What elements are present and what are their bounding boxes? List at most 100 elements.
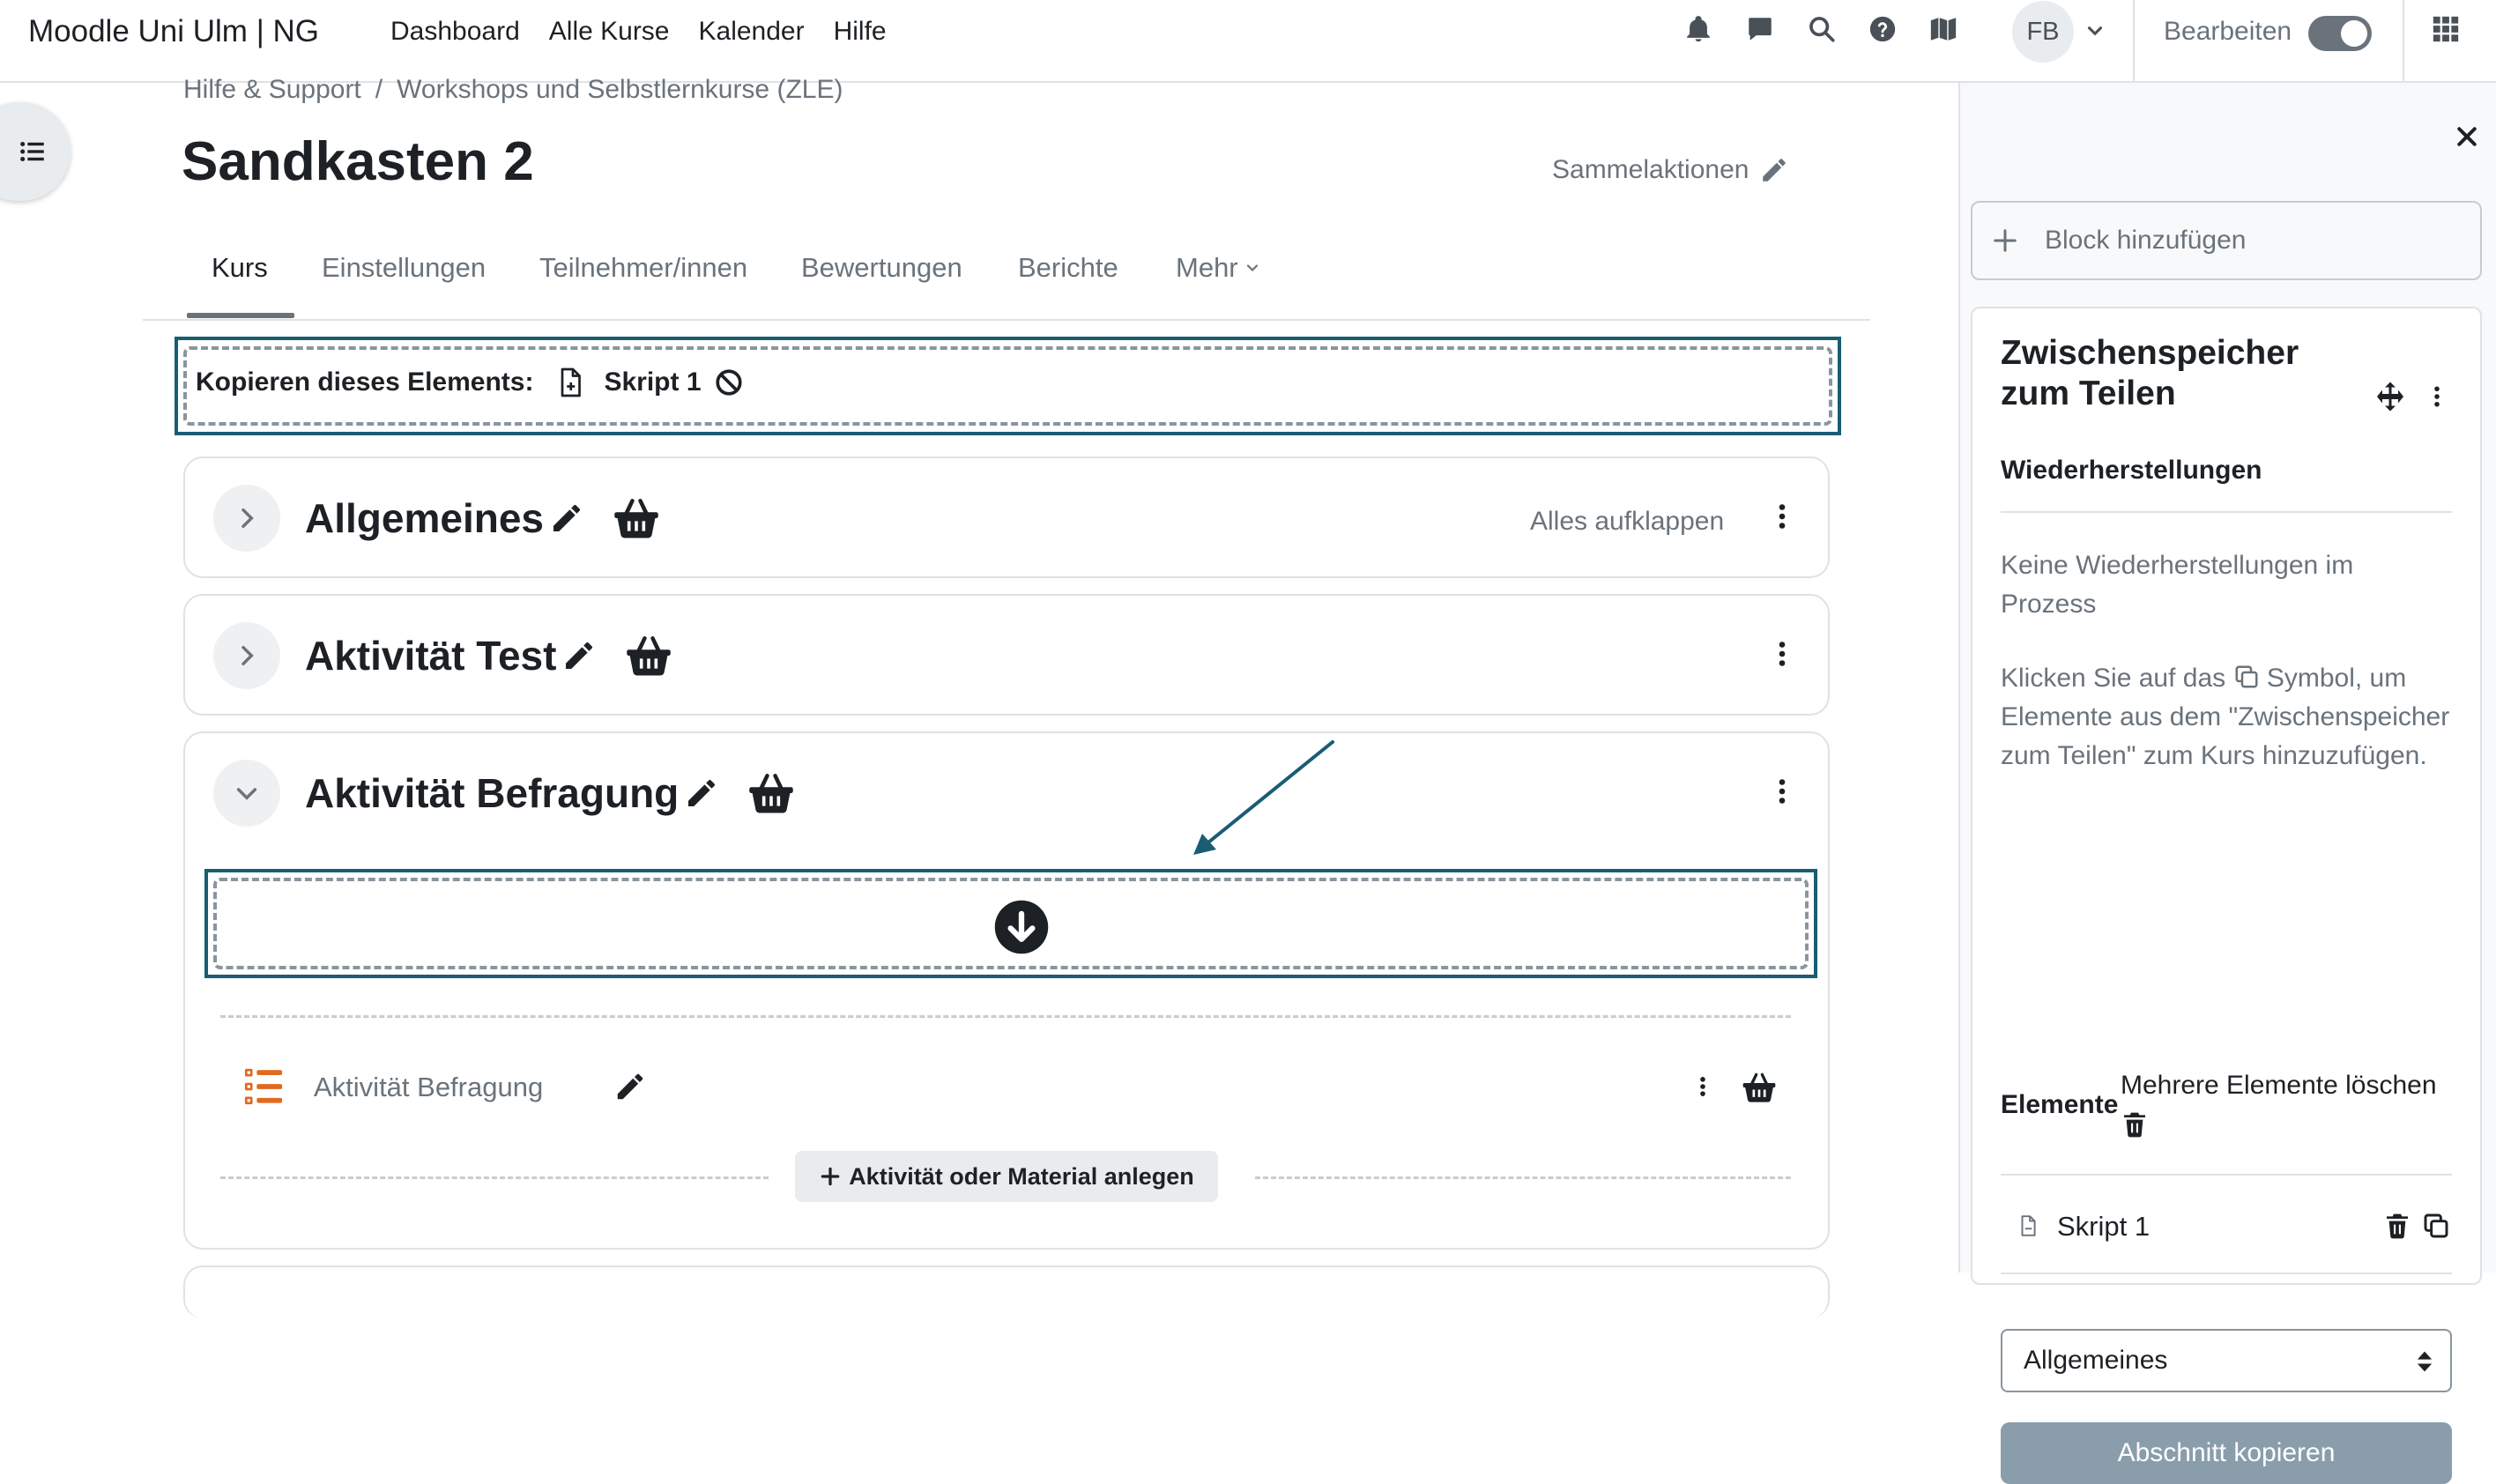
no-restores-text: Keine Wiederherstellungen im Prozess: [2001, 551, 2354, 619]
section-title-text[interactable]: Aktivität Befragung: [305, 768, 679, 818]
drop-divider: [220, 1015, 1791, 1018]
copy-element-bar: Kopieren dieses Elements: Skript 1: [175, 337, 1841, 435]
tab-berichte[interactable]: Berichte: [1018, 250, 1118, 286]
trash-icon[interactable]: [2383, 1211, 2411, 1241]
block-drawer: Block hinzufügen Zwischenspeicher zum Te…: [1958, 83, 2496, 1484]
select-arrows-icon: [2417, 1351, 2433, 1372]
top-navbar: Moodle Uni Ulm | NG Dashboard Alle Kurse…: [0, 0, 2496, 83]
file-icon: [561, 367, 582, 397]
breadcrumb: Hilfe & Support / Workshops und Selbstle…: [183, 73, 843, 107]
divider: [2001, 1273, 2452, 1274]
add-activity-divider: [220, 1176, 769, 1179]
basket-icon[interactable]: [625, 632, 672, 679]
divider: [2001, 511, 2452, 513]
tab-mehr-label: Mehr: [1176, 252, 1238, 283]
paste-drop-zone[interactable]: [204, 869, 1817, 978]
instructions-text-start: Klicken Sie auf das: [2001, 664, 2226, 693]
course-section: [183, 1265, 1830, 1318]
site-brand[interactable]: Moodle Uni Ulm | NG: [28, 12, 319, 51]
copy-icon[interactable]: [2422, 1211, 2450, 1241]
basket-icon[interactable]: [747, 769, 795, 817]
copy-icon: [2235, 665, 2257, 688]
section-title-text[interactable]: Allgemeines: [305, 493, 544, 543]
more-menu-icon[interactable]: [1766, 774, 1798, 809]
navbar-divider: [2403, 0, 2404, 81]
nav-all-courses[interactable]: Alle Kurse: [549, 14, 670, 49]
section-expand-toggle[interactable]: [213, 622, 280, 689]
primary-navigation: Dashboard Alle Kurse Kalender Hilfe: [390, 14, 916, 49]
pencil-icon[interactable]: [613, 1070, 647, 1103]
trash-icon[interactable]: [2121, 1110, 2149, 1139]
search-icon[interactable]: [1807, 14, 1837, 44]
course-section: Aktivität Test: [183, 594, 1830, 716]
annotation-arrow: [1193, 740, 1334, 855]
copy-element-label: Kopieren dieses Elements:: [196, 367, 534, 397]
add-activity-divider: [1255, 1176, 1791, 1179]
copy-section-button[interactable]: Abschnitt kopieren: [2001, 1422, 2452, 1484]
toggle-knob: [2341, 20, 2367, 47]
breadcrumb-item[interactable]: Hilfe & Support: [183, 73, 361, 107]
course-index-toggle[interactable]: [0, 102, 71, 201]
bell-icon[interactable]: [1683, 14, 1713, 44]
section-title-text[interactable]: Aktivität Test: [305, 631, 556, 680]
edit-mode-toggle[interactable]: [2308, 16, 2372, 51]
section-select[interactable]: Allgemeines: [2001, 1329, 2452, 1392]
help-icon[interactable]: [1868, 14, 1898, 44]
add-block-label: Block hinzufügen: [2045, 226, 2247, 255]
sharing-cart-block: Zwischenspeicher zum Teilen Wiederherste…: [1971, 307, 2482, 1484]
section-expand-toggle[interactable]: [213, 485, 280, 552]
tab-kurs[interactable]: Kurs: [212, 250, 268, 286]
map-icon[interactable]: [1928, 14, 1958, 44]
close-icon[interactable]: [2454, 123, 2480, 150]
pencil-icon[interactable]: [561, 638, 597, 673]
expand-all-link[interactable]: Alles aufklappen: [1530, 504, 1724, 539]
tab-mehr[interactable]: Mehr: [1176, 250, 1261, 286]
restores-heading: Wiederherstellungen: [2001, 456, 2262, 485]
tab-einstellungen[interactable]: Einstellungen: [322, 250, 486, 286]
tab-teilnehmer[interactable]: Teilnehmer/innen: [539, 250, 747, 286]
chevron-down-icon[interactable]: [2084, 19, 2106, 42]
basket-icon[interactable]: [613, 494, 660, 542]
section-title: Aktivität Test: [305, 631, 672, 680]
active-tab-indicator: [187, 313, 294, 318]
nav-calendar[interactable]: Kalender: [699, 14, 805, 49]
breadcrumb-item[interactable]: Workshops und Selbstlernkurse (ZLE): [397, 73, 843, 107]
delete-multiple-link[interactable]: Mehrere Elemente löschen: [2121, 1070, 2437, 1102]
messages-icon[interactable]: [1745, 14, 1775, 44]
cancel-icon[interactable]: [714, 367, 744, 397]
basket-icon[interactable]: [1742, 1070, 1777, 1105]
breadcrumb-separator: /: [375, 75, 383, 104]
pencil-icon[interactable]: [684, 775, 719, 811]
file-icon: [2021, 1215, 2036, 1236]
add-block-button[interactable]: Block hinzufügen: [1971, 201, 2482, 280]
app-grid-icon[interactable]: [2431, 14, 2461, 44]
list-icon: [18, 137, 48, 167]
clipboard-item: Skript 1: [2001, 1206, 2452, 1250]
copy-element-info: Kopieren dieses Elements: Skript 1: [196, 365, 744, 400]
block-title: Zwischenspeicher zum Teilen: [2001, 334, 2299, 412]
course-section: Aktivität Befragung Aktivität Befragung …: [183, 731, 1830, 1250]
plus-icon: [821, 1167, 840, 1186]
activity-name[interactable]: Aktivität Befragung: [314, 1070, 543, 1105]
section-collapse-toggle[interactable]: [213, 760, 280, 827]
edit-mode-label: Bearbeiten: [2164, 17, 2292, 46]
section-title: Aktivität Befragung: [305, 768, 795, 818]
more-menu-icon[interactable]: [1766, 636, 1798, 672]
chevron-right-icon: [241, 645, 254, 666]
divider: [2001, 1174, 2452, 1176]
pencil-icon: [1763, 159, 1787, 182]
move-icon[interactable]: [2374, 381, 2406, 412]
nav-dashboard[interactable]: Dashboard: [390, 14, 520, 49]
course-section: Allgemeines Alles aufklappen: [183, 456, 1830, 578]
bulk-actions-button[interactable]: Sammelaktionen: [1552, 152, 1789, 188]
section-title: Allgemeines: [305, 493, 660, 543]
more-menu-icon[interactable]: [1766, 499, 1798, 534]
tab-bewertungen[interactable]: Bewertungen: [801, 250, 962, 286]
add-activity-button[interactable]: Aktivität oder Material anlegen: [795, 1151, 1218, 1202]
more-menu-icon[interactable]: [2424, 381, 2450, 412]
more-menu-icon[interactable]: [1690, 1070, 1715, 1103]
user-avatar[interactable]: FB: [2012, 1, 2074, 63]
nav-help[interactable]: Hilfe: [834, 14, 887, 49]
pencil-icon[interactable]: [549, 501, 584, 536]
course-tabs: Kurs Einstellungen Teilnehmer/innen Bewe…: [143, 231, 1870, 321]
